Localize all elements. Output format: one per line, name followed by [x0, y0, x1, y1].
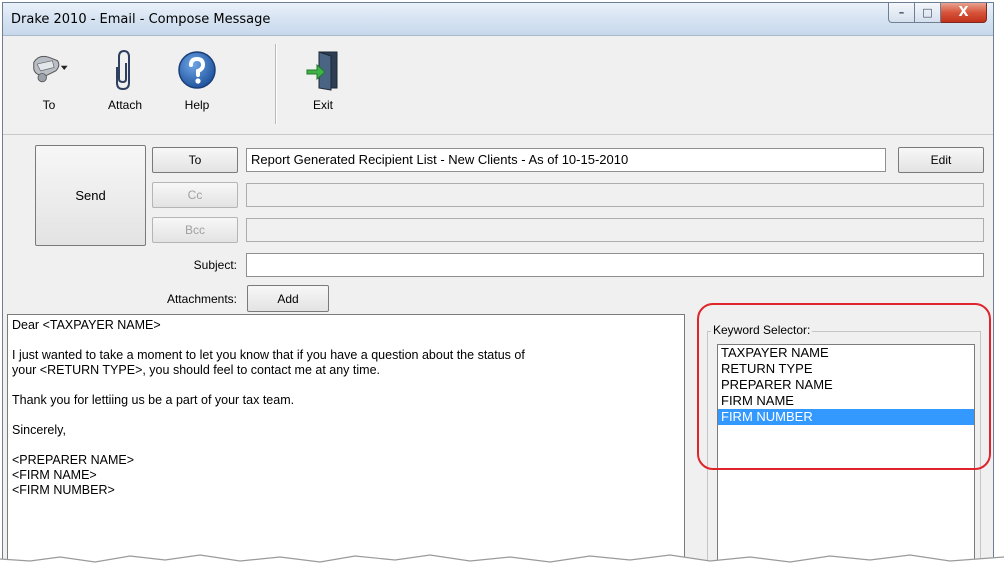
attachments-label: Attachments:: [166, 292, 237, 306]
keyword-item-return-type[interactable]: RETURN TYPE: [718, 361, 974, 377]
subject-label: Subject:: [193, 258, 237, 272]
message-line: Thank you for lettiing us be a part of y…: [12, 393, 295, 407]
to-field[interactable]: Report Generated Recipient List - New Cl…: [246, 148, 886, 172]
send-button[interactable]: Send: [35, 145, 146, 246]
keyword-item-firm-number[interactable]: FIRM NUMBER: [718, 409, 974, 425]
bcc-field[interactable]: [246, 218, 984, 242]
message-body[interactable]: Dear <TAXPAYER NAME> I just wanted to ta…: [7, 314, 685, 569]
message-line: [12, 438, 680, 453]
title-bar[interactable]: Drake 2010 - Email - Compose Message – □…: [3, 3, 993, 36]
to-button[interactable]: To: [152, 147, 238, 173]
message-line: [12, 408, 680, 423]
message-line: <PREPARER NAME>: [12, 453, 135, 467]
message-line: I just wanted to take a moment to let yo…: [12, 348, 525, 362]
message-line: [12, 333, 680, 348]
paperclip-icon: [103, 44, 147, 96]
exit-button[interactable]: Exit: [293, 44, 353, 128]
toolbar: To Attach Help Exit: [3, 36, 993, 135]
edit-button[interactable]: Edit: [898, 147, 984, 173]
window-controls: – □ X: [888, 3, 987, 23]
keyword-selector-label: Keyword Selector:: [711, 323, 813, 337]
exit-door-icon: [301, 44, 345, 96]
attach-button[interactable]: Attach: [95, 44, 155, 128]
cc-field[interactable]: [246, 183, 984, 207]
message-line: <FIRM NUMBER>: [12, 483, 115, 497]
cc-button[interactable]: Cc: [152, 182, 238, 208]
help-label: Help: [184, 98, 210, 112]
address-book-icon: [27, 44, 71, 96]
keyword-item-taxpayer-name[interactable]: TAXPAYER NAME: [718, 345, 974, 361]
bcc-button[interactable]: Bcc: [152, 217, 238, 243]
maximize-icon: □: [922, 6, 933, 19]
compose-window: Drake 2010 - Email - Compose Message – □…: [2, 2, 994, 569]
minimize-icon: –: [898, 6, 905, 19]
to-toolbar-button[interactable]: To: [19, 44, 79, 128]
message-line: Dear <TAXPAYER NAME>: [12, 318, 161, 332]
attach-label: Attach: [107, 98, 143, 112]
help-icon: [175, 44, 219, 96]
add-attachment-button[interactable]: Add: [247, 285, 329, 312]
keyword-list[interactable]: TAXPAYER NAME RETURN TYPE PREPARER NAME …: [717, 344, 975, 569]
close-icon: X: [958, 5, 969, 20]
subject-field[interactable]: [246, 253, 984, 277]
message-line: <FIRM NAME>: [12, 468, 97, 482]
maximize-button[interactable]: □: [915, 3, 941, 23]
keyword-item-preparer-name[interactable]: PREPARER NAME: [718, 377, 974, 393]
message-line: Sincerely,: [12, 423, 66, 437]
message-line: [12, 378, 680, 393]
close-button[interactable]: X: [941, 3, 987, 23]
minimize-button[interactable]: –: [888, 3, 915, 23]
window-title: Drake 2010 - Email - Compose Message: [11, 12, 271, 27]
keyword-item-firm-name[interactable]: FIRM NAME: [718, 393, 974, 409]
to-toolbar-label: To: [42, 98, 56, 112]
exit-label: Exit: [312, 98, 333, 112]
message-line: your <RETURN TYPE>, you should feel to c…: [12, 363, 380, 377]
help-button[interactable]: Help: [167, 44, 227, 128]
toolbar-separator: [275, 44, 277, 124]
